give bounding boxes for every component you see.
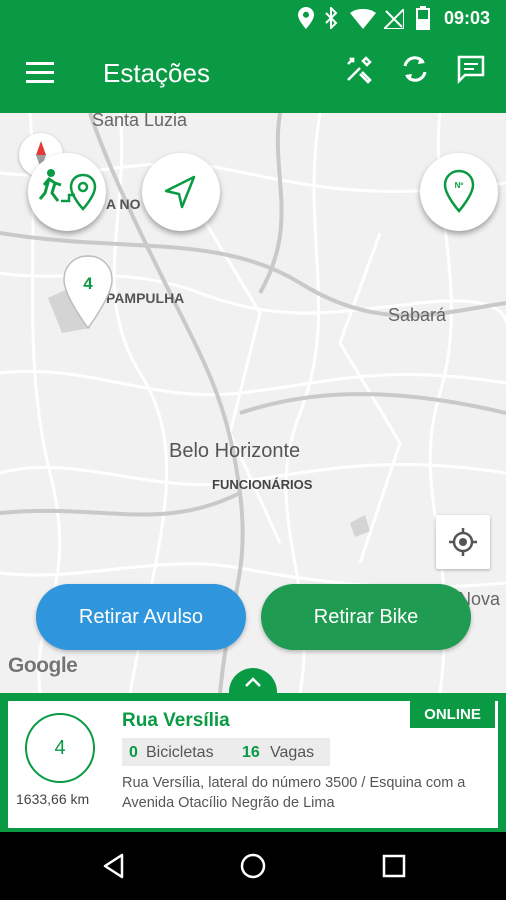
refresh-icon[interactable] <box>400 54 430 84</box>
retirar-bike-button[interactable]: Retirar Bike <box>261 584 471 650</box>
back-icon[interactable] <box>100 852 128 880</box>
station-card[interactable]: 4 1633,66 km Rua Versília ONLINE 0 Bicic… <box>8 701 498 828</box>
walk-to-station-button[interactable] <box>28 153 106 231</box>
message-icon[interactable] <box>456 54 486 84</box>
menu-icon[interactable] <box>26 62 54 84</box>
status-bar: 09:03 <box>0 0 506 36</box>
battery-icon <box>416 6 430 30</box>
svg-text:Nº: Nº <box>455 181 464 190</box>
recents-icon[interactable] <box>381 853 407 879</box>
walk-to-location-icon <box>38 169 97 211</box>
map-label-belo-horizonte: Belo Horizonte <box>169 440 301 462</box>
station-number: 4 <box>54 737 66 759</box>
bikes-count: 0 <box>129 744 138 761</box>
wifi-icon <box>350 9 376 29</box>
page-title: Estações <box>103 58 210 88</box>
chevron-up-icon <box>245 677 261 687</box>
map-label-a-no: A NO <box>106 196 141 212</box>
station-marker[interactable]: 4 <box>62 254 114 330</box>
navigate-icon <box>164 175 196 209</box>
status-badge: ONLINE <box>410 701 495 728</box>
map-label-funcionarios: FUNCIONÁRIOS <box>212 477 313 492</box>
station-address: Rua Versília, lateral do número 3500 / E… <box>122 775 466 811</box>
slots-count: 16 <box>242 744 260 761</box>
station-panel: 4 1633,66 km Rua Versília ONLINE 0 Bicic… <box>0 693 506 832</box>
station-marker-count: 4 <box>83 274 93 293</box>
tools-icon[interactable] <box>344 54 374 84</box>
navigate-button[interactable] <box>142 153 220 231</box>
navigation-bar <box>0 832 506 900</box>
bikes-chip: 0 Bicicletas <box>122 738 236 766</box>
bluetooth-icon <box>325 7 338 29</box>
station-number-button[interactable]: Nº <box>420 153 498 231</box>
location-icon <box>298 7 314 29</box>
home-icon[interactable] <box>239 852 267 880</box>
map-label-pampulha: PAMPULHA <box>106 290 185 306</box>
map-label-santa-luzia: Santa Luzia <box>92 113 188 130</box>
crosshair-icon <box>449 528 477 556</box>
slots-label: Vagas <box>270 744 315 761</box>
clock: 09:03 <box>444 8 491 28</box>
no-signal-icon <box>384 9 404 29</box>
station-name: Rua Versília <box>122 710 230 731</box>
retirar-avulso-button[interactable]: Retirar Avulso <box>36 584 246 650</box>
slots-chip: 16 Vagas <box>236 738 330 766</box>
google-logo: Google <box>8 654 78 677</box>
app-bar: Estações <box>0 36 506 113</box>
my-location-button[interactable] <box>436 515 490 569</box>
bikes-label: Bicicletas <box>146 744 214 761</box>
map-label-sabara: Sabará <box>388 305 447 325</box>
station-distance: 1633,66 km <box>16 791 90 807</box>
expand-panel-button[interactable] <box>229 668 277 694</box>
station-number-pin-icon: Nº <box>443 169 475 213</box>
